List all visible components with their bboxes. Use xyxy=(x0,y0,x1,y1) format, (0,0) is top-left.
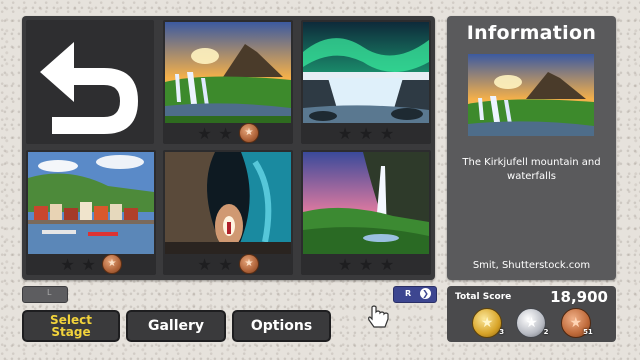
options-button[interactable]: Options xyxy=(232,310,331,342)
options-label: Options xyxy=(250,318,313,334)
star-icon: ★ xyxy=(218,254,233,274)
gold-count: 3 xyxy=(499,328,505,336)
gallery-button[interactable]: Gallery xyxy=(126,310,226,342)
star-icon: ★ xyxy=(218,123,233,143)
stage-card[interactable]: ★ ★ ★ xyxy=(301,150,431,275)
star-icon: ★ xyxy=(337,254,353,274)
stage-thumbnail xyxy=(303,152,429,254)
info-credit: Smit, Shutterstock.com xyxy=(472,260,591,271)
hand-cursor-icon xyxy=(368,305,389,328)
stage-grid: ★ ★ ★ ★ ★ ★ ★ ★ ★ ★ ★ ★ ★ ★ ★ xyxy=(22,16,435,280)
bronze-count: 51 xyxy=(583,328,593,336)
stage-thumbnail xyxy=(165,152,291,254)
silver-medal-icon: ★ 2 xyxy=(516,308,549,338)
star-icon: ★ xyxy=(81,254,96,274)
select-stage-button[interactable]: Select Stage xyxy=(22,310,120,342)
total-score-label: Total Score xyxy=(455,292,512,302)
information-panel: Information The Kirkjufell mountain and … xyxy=(447,16,616,280)
info-title: Information xyxy=(466,22,597,44)
gallery-label: Gallery xyxy=(147,318,205,334)
l-page-button[interactable]: L xyxy=(22,286,68,303)
stage-card[interactable]: ★ ★ ★ xyxy=(163,150,293,275)
back-arrow-icon xyxy=(40,42,138,134)
star-icon: ★ xyxy=(197,254,212,274)
back-button[interactable] xyxy=(26,20,154,144)
star-rating: ★ ★ ★ xyxy=(301,122,431,144)
gold-medal-icon: ★ 3 xyxy=(472,308,505,338)
star-rating: ★ ★ ★ xyxy=(163,253,293,275)
stage-thumbnail xyxy=(165,22,291,123)
medal-counts: ★ 3 ★ 2 ★ 51 xyxy=(447,308,616,338)
stage-card[interactable]: ★ ★ ★ xyxy=(301,20,431,144)
total-score-panel: Total Score 18,900 ★ 3 ★ 2 ★ 51 xyxy=(447,286,616,342)
r-page-button[interactable]: R ❯ xyxy=(393,286,437,303)
r-label: R xyxy=(405,289,412,298)
info-thumbnail xyxy=(468,54,594,136)
star-icon: ★ xyxy=(358,254,374,274)
star-rating: ★ ★ ★ xyxy=(163,122,293,144)
star-icon: ★ xyxy=(197,123,212,143)
silver-count: 2 xyxy=(543,328,549,336)
star-icon: ★ xyxy=(337,123,353,143)
bronze-medal-icon: ★ 51 xyxy=(560,308,593,338)
star-icon: ★ xyxy=(379,123,395,143)
bronze-medal-icon: ★ xyxy=(239,254,259,274)
bronze-medal-icon: ★ xyxy=(239,123,259,143)
chevron-right-icon: ❯ xyxy=(420,288,431,299)
stage-card[interactable]: ★ ★ ★ xyxy=(163,20,293,144)
total-score-value: 18,900 xyxy=(550,288,608,306)
select-stage-label: Select Stage xyxy=(50,313,92,339)
star-icon: ★ xyxy=(379,254,395,274)
star-icon: ★ xyxy=(60,254,75,274)
stage-thumbnail xyxy=(303,22,429,123)
l-label: L xyxy=(47,288,52,297)
bronze-medal-icon: ★ xyxy=(102,254,122,274)
star-rating: ★ ★ ★ xyxy=(26,253,156,275)
stage-thumbnail xyxy=(28,152,154,254)
star-rating: ★ ★ ★ xyxy=(301,253,431,275)
star-icon: ★ xyxy=(358,123,374,143)
info-description: The Kirkjufell mountain and waterfalls xyxy=(462,157,601,182)
stage-card[interactable]: ★ ★ ★ xyxy=(26,150,156,275)
